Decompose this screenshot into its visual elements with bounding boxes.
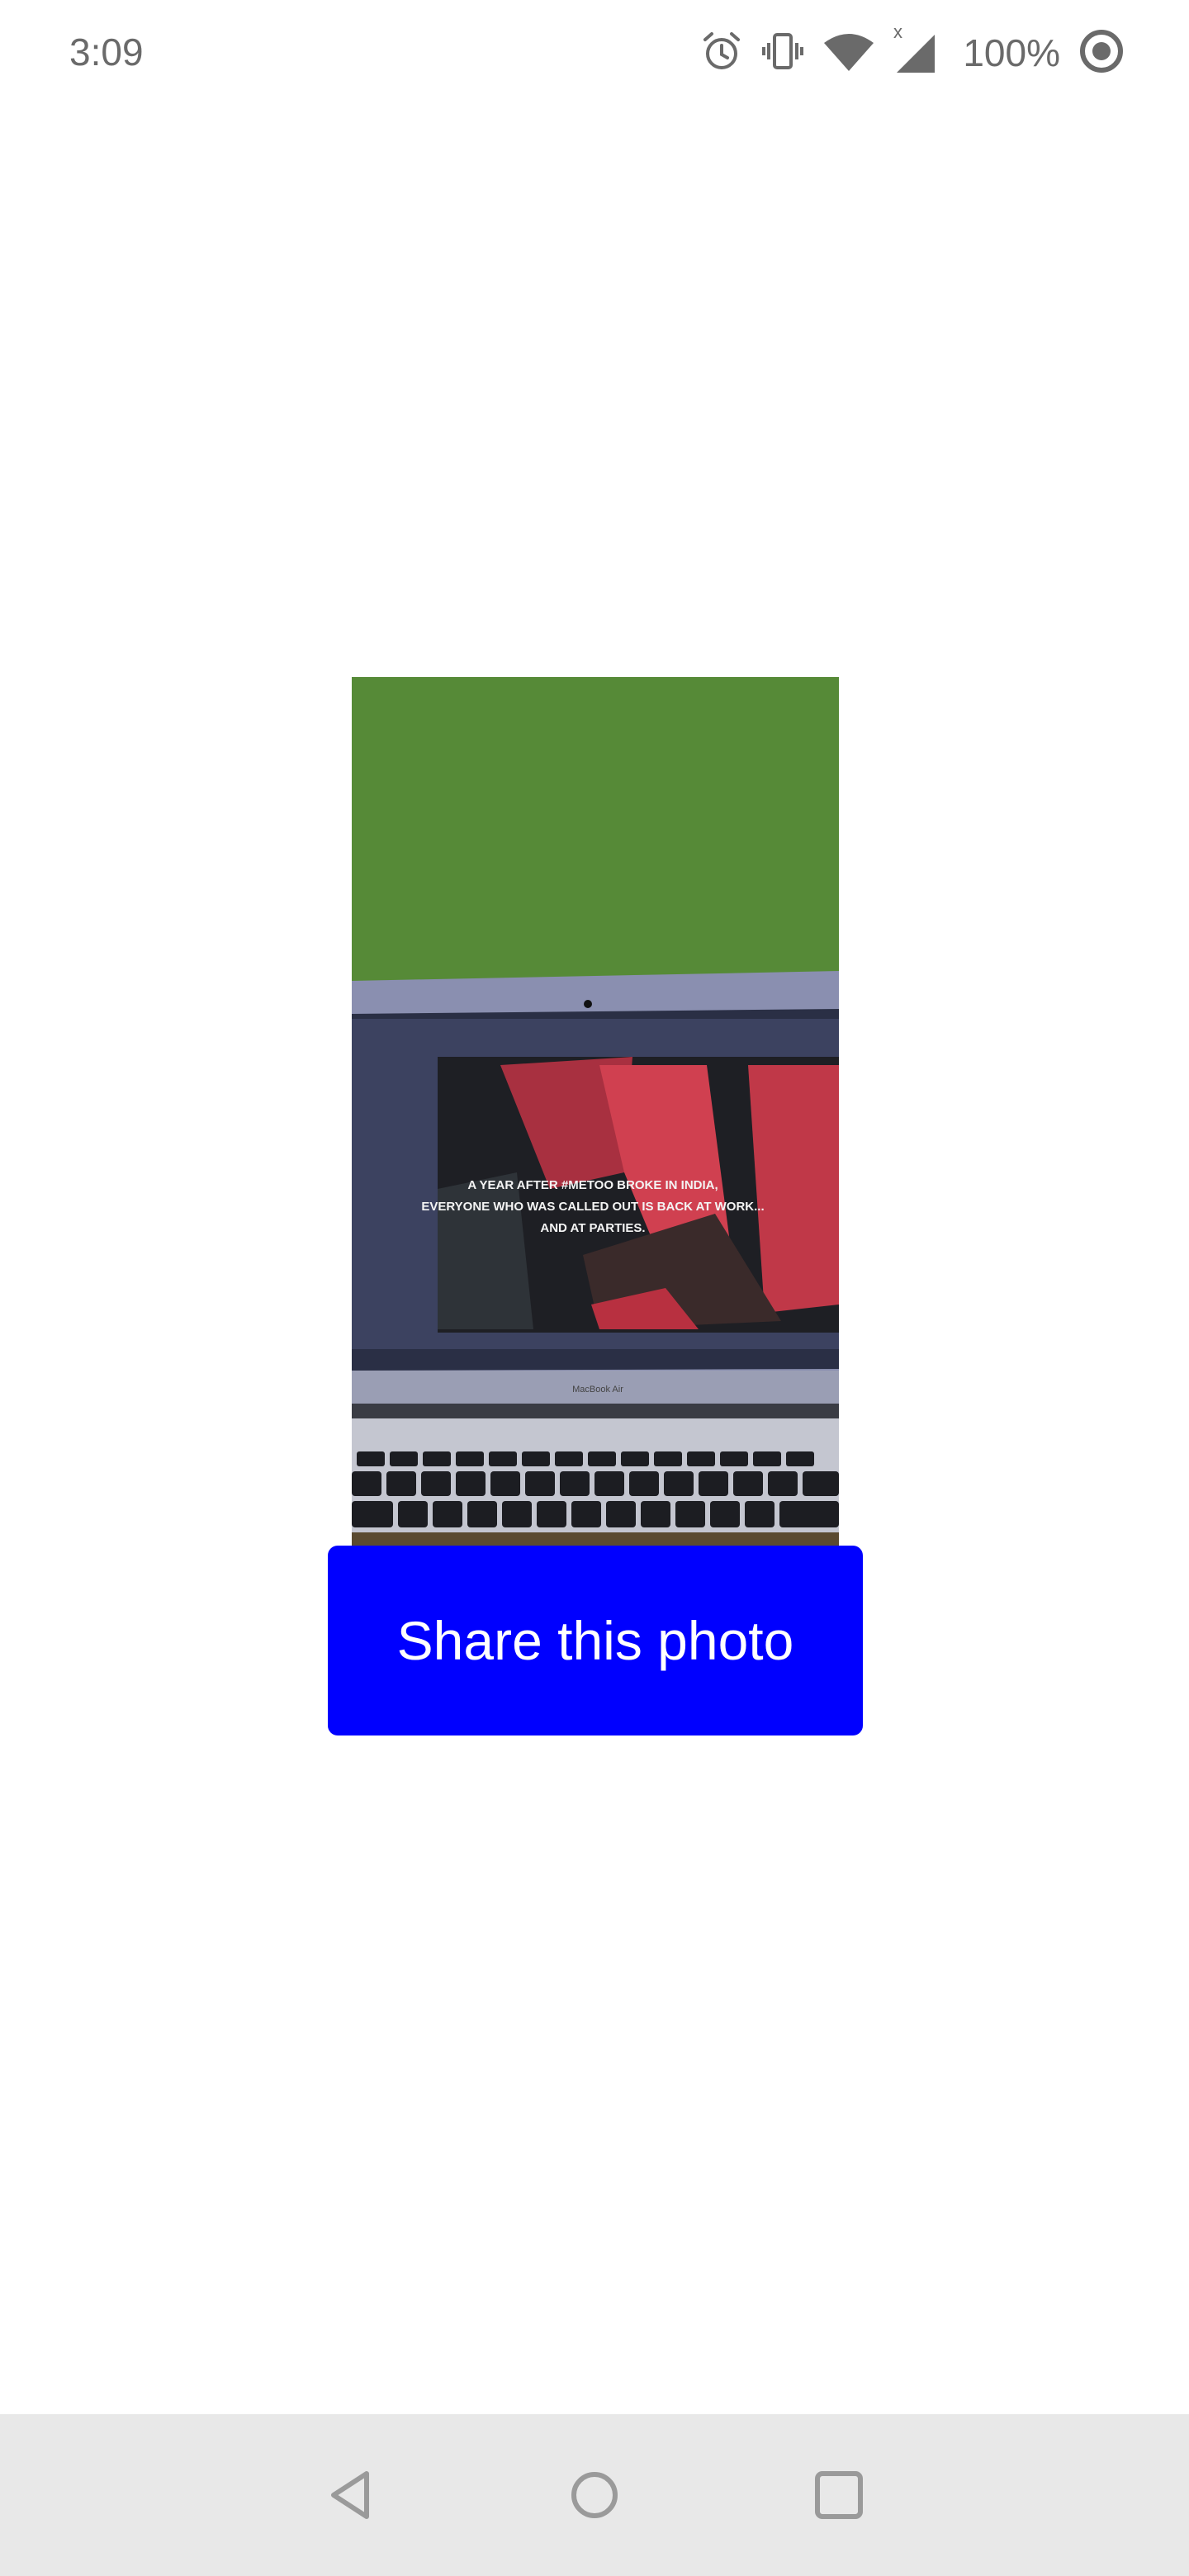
wifi-icon [822, 30, 875, 77]
screen-text-line2: EVERYONE WHO WAS CALLED OUT IS BACK AT W… [421, 1200, 764, 1214]
back-icon[interactable] [319, 2462, 385, 2528]
navigation-bar [0, 2414, 1189, 2576]
status-icons: x 100% [682, 21, 1125, 81]
vibrate-icon [761, 30, 804, 77]
recents-icon[interactable] [806, 2462, 872, 2528]
battery-icon [1078, 28, 1125, 78]
status-time: 3:09 [69, 31, 144, 73]
photo-image: A YEAR AFTER #METOO BROKE IN INDIA, EVER… [352, 677, 839, 1546]
screen-text-line3: AND AT PARTIES. [540, 1221, 645, 1235]
cellular-signal-icon: x [893, 21, 940, 80]
share-photo-button[interactable]: Share this photo [328, 1546, 863, 1735]
status-bar: 3:09 x 100% [0, 0, 1189, 106]
battery-percent: 100% [963, 31, 1060, 74]
home-icon[interactable] [561, 2462, 628, 2528]
app-screen: 3:09 x 100% A YEAR AFTER #METOO BROKE IN… [0, 0, 1189, 2576]
laptop-brand: MacBook Air [572, 1385, 623, 1395]
alarm-icon [700, 30, 743, 77]
svg-text:x: x [893, 26, 902, 42]
screen-text-line1: A YEAR AFTER #METOO BROKE IN INDIA, [467, 1178, 718, 1192]
